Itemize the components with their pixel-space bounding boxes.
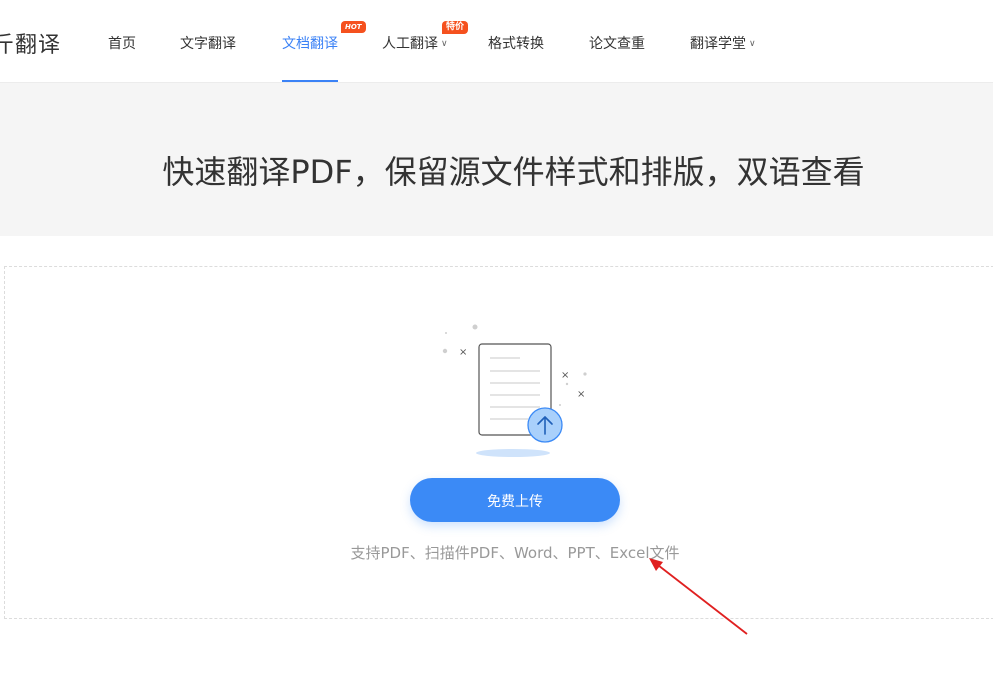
top-navigation-bar: 斤翻译 首页 文字翻译 文档翻译 HOT 人工翻译 ∨ 特价 格式转换 论文查重 … [0,0,993,83]
nav-translation-school[interactable]: 翻译学堂 ∨ [690,33,756,53]
active-nav-underline [282,80,338,82]
nav-home[interactable]: 首页 [108,33,136,53]
document-upload-icon: × × × [442,324,587,457]
nav-text-translate-label: 文字翻译 [180,36,236,52]
free-upload-button[interactable]: 免费上传 [410,478,620,522]
hero-banner: 快速翻译PDF，保留源文件样式和排版，双语查看 [0,83,993,236]
nav-text-translate[interactable]: 文字翻译 [180,33,236,53]
nav-paper-check-label: 论文查重 [589,36,645,52]
special-price-badge: 特价 [442,21,469,34]
nav-home-label: 首页 [108,36,136,52]
nav-human-translate-label: 人工翻译 [382,36,438,52]
nav-paper-check[interactable]: 论文查重 [589,33,645,53]
chevron-down-icon: ∨ [441,39,448,49]
svg-text:×: × [561,370,569,381]
nav-document-translate[interactable]: 文档翻译 [282,33,338,53]
annotation-arrow [649,558,748,635]
hero-title: 快速翻译PDF，保留源文件样式和排版，双语查看 [162,153,865,191]
chevron-down-icon: ∨ [749,39,756,49]
nav-format-convert-label: 格式转换 [488,36,544,52]
nav-document-translate-label: 文档翻译 [282,36,338,52]
svg-text:×: × [459,347,467,358]
svg-text:×: × [577,389,585,400]
nav-format-convert[interactable]: 格式转换 [488,33,544,53]
hot-badge: HOT [341,21,366,33]
nav-human-translate[interactable]: 人工翻译 ∨ [382,33,448,53]
brand-logo[interactable]: 斤翻译 [0,27,61,59]
nav-translation-school-label: 翻译学堂 [690,36,746,52]
